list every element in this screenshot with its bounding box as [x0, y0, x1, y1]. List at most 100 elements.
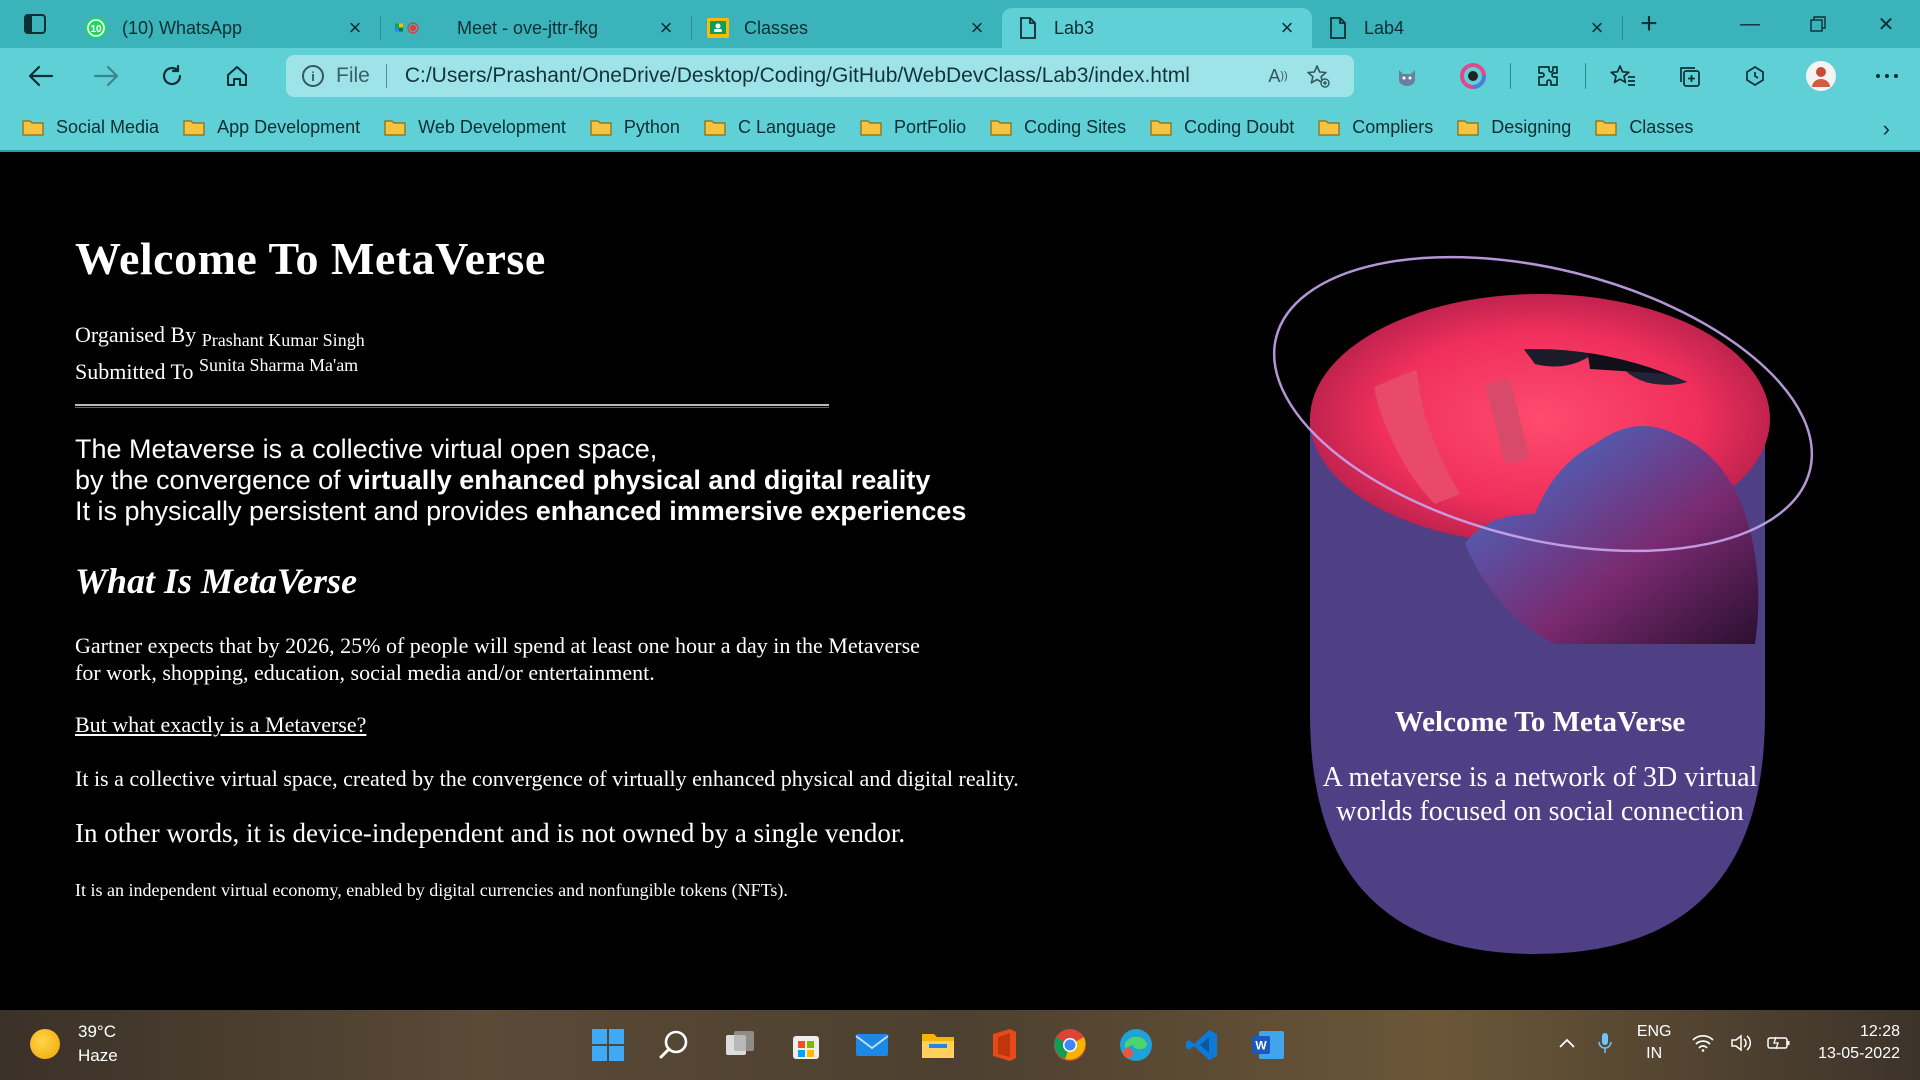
clock[interactable]: 12:28 13-05-2022	[1818, 1021, 1900, 1065]
bookmark-folder[interactable]: C Language	[704, 117, 836, 138]
edge-icon[interactable]	[1103, 1020, 1169, 1070]
back-button[interactable]	[8, 48, 74, 104]
task-view-icon[interactable]	[707, 1020, 773, 1070]
tab-title: Classes	[744, 17, 809, 38]
add-favorite-icon[interactable]	[1298, 61, 1338, 91]
card-title: Welcome To MetaVerse	[1394, 706, 1686, 738]
folder-icon	[1457, 119, 1479, 136]
weather-widget[interactable]: 39°C Haze	[30, 1020, 118, 1068]
minimize-button[interactable]: —	[1716, 0, 1784, 48]
bookmark-label: Coding Doubt	[1184, 116, 1295, 137]
chevron-up-icon[interactable]	[1548, 1018, 1586, 1068]
office-icon[interactable]	[971, 1020, 1037, 1070]
page-title: Welcome To MetaVerse	[75, 233, 546, 284]
submitted-to-name: Sunita Sharma Ma'am	[198, 355, 359, 375]
bookmark-folder[interactable]: Classes	[1595, 117, 1693, 138]
restore-icon	[1810, 16, 1826, 32]
close-tab-icon[interactable]: ×	[344, 15, 366, 40]
refresh-icon	[162, 64, 181, 86]
bookmark-folder[interactable]: Python	[590, 117, 680, 138]
restore-button[interactable]	[1784, 0, 1852, 48]
volume-icon[interactable]	[1722, 1018, 1760, 1068]
tab-classes[interactable]: Classes ×	[692, 8, 1002, 48]
store-icon[interactable]	[773, 1020, 839, 1070]
intro-bold: virtually enhanced physical and digital …	[348, 465, 931, 495]
bookmark-folder[interactable]: Social Media	[22, 117, 159, 138]
bookmark-label: Web Development	[418, 116, 566, 137]
clock-time: 12:28	[1859, 1023, 1900, 1040]
what-is-metaverse-link[interactable]: But what exactly is a Metaverse?	[75, 712, 366, 738]
section-heading: What Is MetaVerse	[75, 561, 358, 601]
card-body: A metaverse is a network of 3D virtual w…	[1322, 762, 1758, 827]
close-tab-icon[interactable]: ×	[1586, 15, 1608, 40]
tab-whatsapp[interactable]: 10 (10) WhatsApp ×	[70, 8, 380, 48]
site-info-icon[interactable]: i	[302, 65, 324, 87]
tab-meet[interactable]: Meet - ove-jttr-fkg ×	[381, 8, 691, 48]
new-tab-button[interactable]: +	[1623, 0, 1675, 48]
whatsapp-icon: 10	[84, 16, 108, 40]
search-icon[interactable]	[641, 1020, 707, 1070]
performance-icon[interactable]	[1722, 48, 1788, 104]
close-tab-icon[interactable]: ×	[1276, 15, 1298, 40]
battery-icon[interactable]	[1760, 1018, 1798, 1068]
folder-icon	[1150, 119, 1172, 136]
vscode-icon[interactable]	[1169, 1020, 1235, 1070]
bookmark-folder[interactable]: Designing	[1457, 117, 1571, 138]
bookmark-folder[interactable]: Coding Doubt	[1150, 117, 1294, 138]
credits-block: Organised By Prashant Kumar Singh Submit…	[75, 317, 365, 391]
url-text[interactable]: C:/Users/Prashant/OneDrive/Desktop/Codin…	[405, 64, 1258, 88]
card-text: Welcome To MetaVerse A metaverse is a ne…	[1310, 706, 1770, 829]
forward-button[interactable]	[74, 48, 140, 104]
chrome-icon[interactable]	[1037, 1020, 1103, 1070]
chevron-right-icon[interactable]: ›	[1883, 116, 1890, 142]
settings-more-icon[interactable]	[1854, 48, 1920, 104]
microphone-icon[interactable]	[1586, 1018, 1624, 1068]
metaverse-card: Welcome To MetaVerse A metaverse is a ne…	[1255, 214, 1815, 954]
address-bar[interactable]: i File C:/Users/Prashant/OneDrive/Deskto…	[286, 55, 1355, 97]
tab-actions-icon	[24, 14, 46, 34]
refresh-button[interactable]	[139, 48, 205, 104]
bookmark-folder[interactable]: Coding Sites	[990, 117, 1126, 138]
windows-taskbar: 39°C Haze W ENG IN 12:28 13-05-2022	[0, 1010, 1920, 1080]
folder-icon	[1595, 119, 1617, 136]
paragraph-line: Gartner expects that by 2026, 25% of peo…	[75, 633, 920, 658]
word-icon[interactable]: W	[1235, 1020, 1301, 1070]
bookmark-label: App Development	[217, 116, 361, 137]
svg-text:10: 10	[90, 24, 102, 35]
tab-lab3[interactable]: Lab3 ×	[1002, 8, 1312, 48]
language-indicator[interactable]: ENG IN	[1624, 1021, 1684, 1065]
tab-actions-button[interactable]	[0, 0, 70, 48]
tab-title: (10) WhatsApp	[122, 17, 243, 38]
extension-cat-icon[interactable]	[1374, 48, 1440, 104]
bookmark-folder[interactable]: Compliers	[1318, 117, 1433, 138]
bookmark-folder[interactable]: App Development	[183, 117, 360, 138]
close-tab-icon[interactable]: ×	[966, 15, 988, 40]
bookmark-folder[interactable]: PortFolio	[860, 117, 966, 138]
folder-icon	[704, 119, 726, 136]
bookmark-label: Compliers	[1352, 116, 1434, 137]
home-button[interactable]	[205, 48, 271, 104]
read-aloud-icon[interactable]: A))	[1258, 61, 1298, 91]
extensions-puzzle-icon[interactable]	[1515, 48, 1581, 104]
intro-paragraph: The Metaverse is a collective virtual op…	[75, 434, 966, 527]
favorites-star-icon[interactable]	[1590, 48, 1656, 104]
window-controls: — ✕	[1716, 0, 1920, 48]
folder-icon	[183, 119, 205, 136]
mail-icon[interactable]	[839, 1020, 905, 1070]
bookmark-label: Coding Sites	[1024, 116, 1127, 137]
bookmark-label: Python	[623, 116, 680, 137]
collections-icon[interactable]	[1656, 48, 1722, 104]
bookmark-folder[interactable]: Web Development	[384, 117, 566, 138]
profile-avatar[interactable]	[1788, 48, 1854, 104]
extension-color-picker-icon[interactable]	[1440, 48, 1506, 104]
toolbar-divider	[1585, 63, 1587, 89]
close-tab-icon[interactable]: ×	[655, 15, 677, 40]
tab-lab4[interactable]: Lab4 ×	[1312, 8, 1622, 48]
web-page: Welcome To MetaVerse Organised By Prasha…	[0, 154, 1920, 1010]
sun-icon	[30, 1029, 60, 1059]
close-window-button[interactable]: ✕	[1852, 0, 1920, 48]
windows-start-icon[interactable]	[575, 1020, 641, 1070]
intro-bold: enhanced immersive experiences	[535, 496, 967, 526]
file-explorer-icon[interactable]	[905, 1020, 971, 1070]
wifi-icon[interactable]	[1684, 1018, 1722, 1068]
